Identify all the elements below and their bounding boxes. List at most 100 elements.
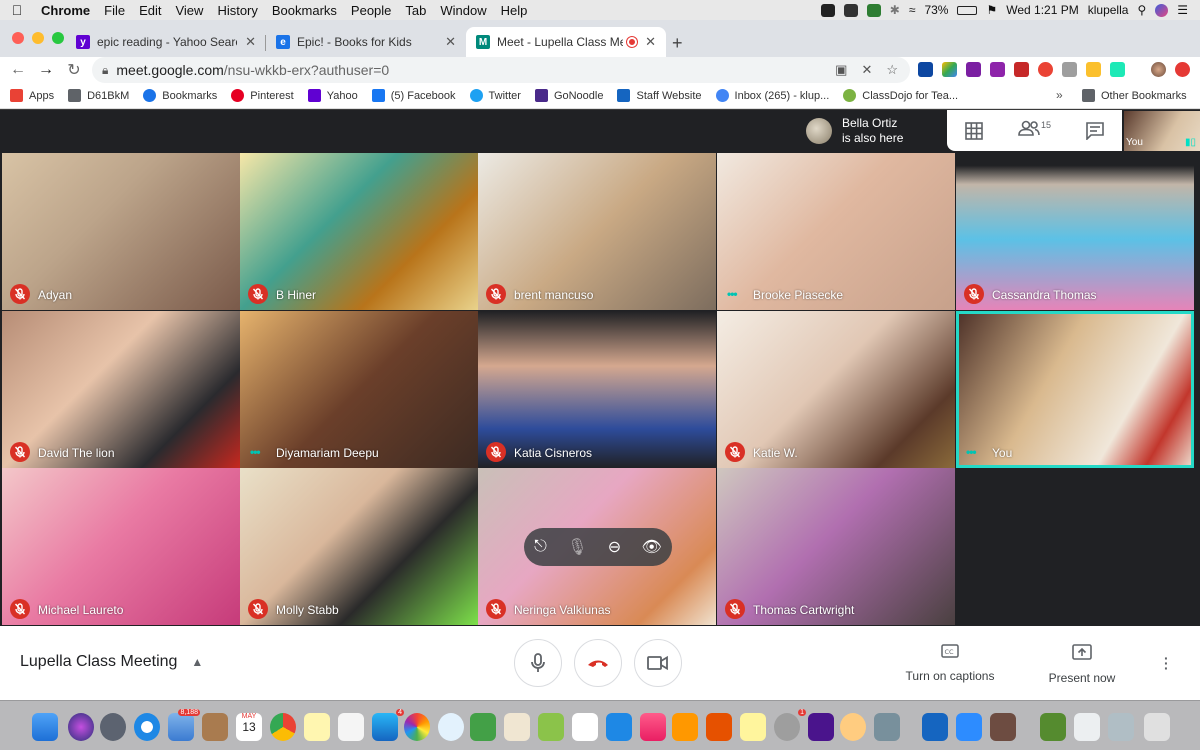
participant-tile[interactable]: ••• Brooke Piasecke xyxy=(717,153,955,310)
google-drive-icon[interactable] xyxy=(942,62,957,77)
people-button[interactable]: 15 xyxy=(1018,120,1051,141)
calendar-icon[interactable]: MAY 13 xyxy=(236,713,262,741)
bookmark-classdojo[interactable]: ClassDojo for Tea... xyxy=(843,89,958,102)
close-tab-icon[interactable]: ✕ xyxy=(445,34,456,50)
app-icon[interactable] xyxy=(808,713,834,741)
numbers-icon[interactable] xyxy=(572,713,598,741)
menu-edit[interactable]: Edit xyxy=(132,3,168,18)
forward-button[interactable]: → xyxy=(32,61,60,79)
present-now-button[interactable]: Present now xyxy=(1032,644,1132,685)
contacts-icon[interactable] xyxy=(202,713,228,741)
siri-icon[interactable] xyxy=(1155,3,1169,17)
battery-icon[interactable] xyxy=(957,5,978,15)
photos-icon[interactable] xyxy=(404,713,430,741)
trash-icon[interactable] xyxy=(1144,713,1170,741)
bookmark-twitter[interactable]: Twitter xyxy=(469,89,521,102)
system-preferences-icon[interactable]: 1 xyxy=(774,709,806,741)
bookmark-bookmarks[interactable]: Bookmarks xyxy=(143,89,217,102)
keynote-icon[interactable] xyxy=(606,713,632,741)
extension-icon[interactable] xyxy=(1038,62,1053,77)
image-file-icon[interactable] xyxy=(1040,713,1066,741)
self-video-tile[interactable]: ••• You xyxy=(956,311,1194,468)
reminders-icon[interactable] xyxy=(338,713,364,741)
battery-percent[interactable]: 73% xyxy=(924,3,948,17)
bookmark-apps[interactable]: Apps xyxy=(10,89,54,102)
notification-center-icon[interactable]: ☰ xyxy=(1177,3,1188,17)
minimize-window-button[interactable] xyxy=(32,32,44,44)
update-indicator-icon[interactable] xyxy=(1175,62,1190,77)
maps-icon[interactable] xyxy=(538,713,564,741)
participant-tile[interactable]: Katia Cisneros xyxy=(478,311,716,468)
leave-call-button[interactable] xyxy=(574,639,622,687)
music-icon[interactable] xyxy=(640,713,666,741)
close-tab-icon[interactable]: ✕ xyxy=(645,34,656,50)
back-button[interactable]: ← xyxy=(4,61,32,79)
close-window-button[interactable] xyxy=(12,32,24,44)
messages-icon[interactable] xyxy=(438,713,464,741)
apple-menu-icon[interactable]:  xyxy=(0,2,34,18)
extension-icon[interactable] xyxy=(918,62,933,77)
menu-extra-c-icon[interactable] xyxy=(866,3,881,17)
bookmark-gonoodle[interactable]: GoNoodle xyxy=(534,89,603,102)
bookmark-pinterest[interactable]: Pinterest xyxy=(231,89,294,102)
close-tab-icon[interactable]: ✕ xyxy=(245,34,256,50)
extension-icon[interactable] xyxy=(966,62,981,77)
stickies-icon[interactable] xyxy=(740,713,766,741)
participant-tile[interactable]: Michael Laureto xyxy=(2,468,240,625)
tab-yahoo-search[interactable]: y epic reading - Yahoo Search R ✕ xyxy=(66,27,266,57)
profile-avatar[interactable] xyxy=(1151,62,1166,77)
menu-user[interactable]: klupella xyxy=(1088,3,1129,17)
participant-tile[interactable]: brent mancuso xyxy=(478,153,716,310)
participant-tile[interactable]: Molly Stabb xyxy=(240,468,478,625)
participant-tile[interactable]: David The lion xyxy=(2,311,240,468)
bookmark-staff-website[interactable]: Staff Website xyxy=(617,89,702,102)
menu-extra-d-icon[interactable] xyxy=(843,3,858,17)
facetime-icon[interactable] xyxy=(470,713,496,741)
launchpad-icon[interactable] xyxy=(100,713,126,741)
menu-people[interactable]: People xyxy=(344,3,398,18)
tiled-layout-icon[interactable] xyxy=(964,121,983,140)
powerpoint-icon[interactable] xyxy=(706,713,732,741)
app-icon[interactable] xyxy=(840,713,866,741)
extension-icon[interactable] xyxy=(1086,62,1101,77)
menu-tab[interactable]: Tab xyxy=(398,3,433,18)
tab-meet[interactable]: M Meet - Lupella Class Meeti ✕ xyxy=(466,27,666,57)
menu-app-chrome[interactable]: Chrome xyxy=(34,3,97,18)
eye-icon[interactable]: 👁︎ xyxy=(642,537,662,557)
camera-button[interactable] xyxy=(634,639,682,687)
bookmark-facebook[interactable]: (5) Facebook xyxy=(371,89,456,102)
bookmark-inbox[interactable]: Inbox (265) - klup... xyxy=(715,89,829,102)
menu-help[interactable]: Help xyxy=(494,3,535,18)
participant-tile[interactable]: Adyan xyxy=(2,153,240,310)
pdf-icon[interactable] xyxy=(1014,62,1029,77)
meeting-details-button[interactable]: Lupella Class Meeting ▲ xyxy=(20,653,203,671)
preview-icon[interactable] xyxy=(504,713,530,741)
menu-window[interactable]: Window xyxy=(433,3,493,18)
scanner-icon[interactable] xyxy=(874,713,900,741)
close-icon[interactable]: ✕ xyxy=(861,62,872,78)
flag-icon[interactable]: ⚑ xyxy=(986,3,997,17)
more-bookmarks-chevron-icon[interactable]: » xyxy=(1056,88,1063,102)
reload-button[interactable]: ↻ xyxy=(60,60,88,80)
tab-epic-books[interactable]: e Epic! - Books for Kids ✕ xyxy=(266,27,466,57)
app-store-icon[interactable]: 4 xyxy=(372,709,404,741)
remove-icon[interactable]: ⊖ xyxy=(608,537,621,557)
mail-icon[interactable]: 8,188 xyxy=(168,709,200,741)
word-icon[interactable] xyxy=(922,713,948,741)
menu-clock[interactable]: Wed 1:21 PM xyxy=(1006,3,1078,17)
document-icon[interactable] xyxy=(1074,713,1100,741)
notes-icon[interactable] xyxy=(304,713,330,741)
extension-icon[interactable] xyxy=(1110,62,1125,77)
books-icon[interactable] xyxy=(672,713,698,741)
menu-bookmarks[interactable]: Bookmarks xyxy=(265,3,344,18)
new-tab-button[interactable]: + xyxy=(672,33,683,54)
spotlight-search-icon[interactable]: ⚲ xyxy=(1137,3,1146,17)
other-bookmarks[interactable]: Other Bookmarks xyxy=(1082,89,1187,102)
address-bar[interactable]: 🔒︎ meet.google.com/nsu-wkkb-erx?authuser… xyxy=(92,57,910,83)
bookmark-star-icon[interactable]: ☆ xyxy=(886,62,898,78)
extension-icon[interactable] xyxy=(990,62,1005,77)
siri-dock-icon[interactable] xyxy=(68,713,94,741)
lock-icon[interactable]: 🔒︎ xyxy=(102,63,108,78)
participant-tile[interactable]: ••• Diyamariam Deepu xyxy=(240,311,478,468)
participant-tile[interactable]: Thomas Cartwright xyxy=(717,468,955,625)
